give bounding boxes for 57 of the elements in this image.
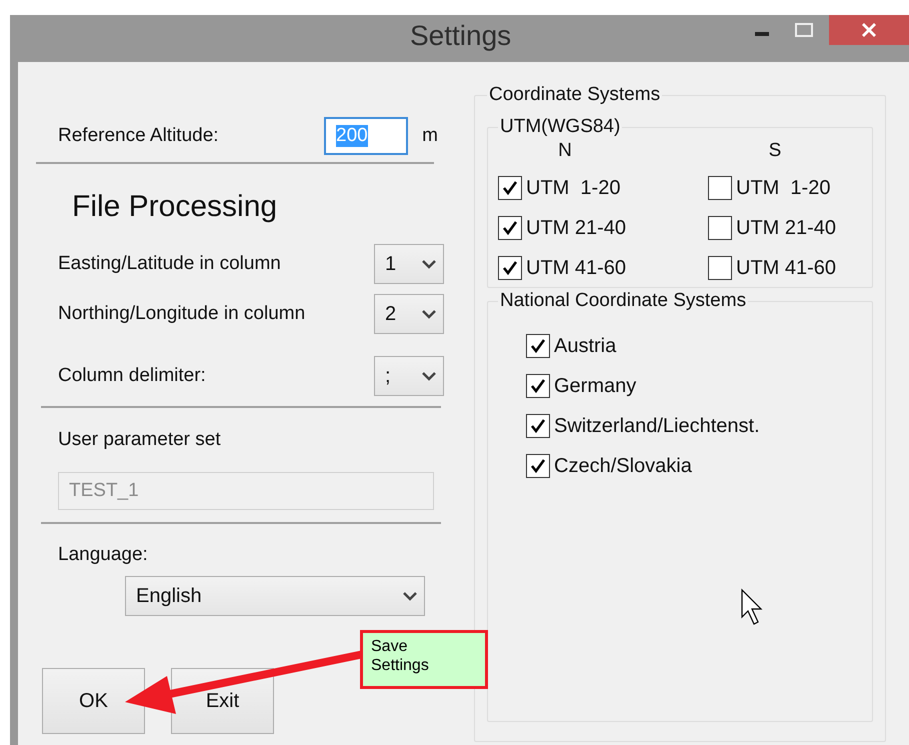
- checkbox[interactable]: [526, 414, 550, 438]
- cursor-icon: [741, 588, 762, 625]
- callout-note: Save Settings: [360, 630, 488, 689]
- group-title: National Coordinate Systems: [499, 290, 748, 312]
- input-value: 200: [336, 125, 368, 147]
- checkbox-label[interactable]: Germany: [554, 374, 636, 398]
- minimize-icon: [755, 32, 769, 36]
- field-label: User parameter set: [58, 429, 221, 451]
- language-dropdown[interactable]: English: [125, 576, 425, 616]
- field-label: Northing/Longitude in column: [58, 303, 306, 325]
- close-icon: [861, 22, 877, 38]
- column-heading: S: [768, 139, 782, 163]
- field-label: Easting/Latitude in column: [58, 253, 281, 275]
- chevron-icon: [421, 258, 437, 270]
- checkbox[interactable]: [526, 334, 550, 358]
- checkbox[interactable]: [708, 176, 732, 200]
- checkbox[interactable]: [708, 216, 732, 240]
- chevron-icon: [421, 308, 437, 320]
- column-dropdown[interactable]: 2: [374, 294, 444, 334]
- unit-label: m: [421, 125, 439, 147]
- checkbox[interactable]: [708, 256, 732, 280]
- check-icon: [530, 338, 546, 354]
- column-dropdown[interactable]: 1: [374, 244, 444, 284]
- checkbox[interactable]: [498, 256, 522, 280]
- checkbox-label[interactable]: Austria: [554, 334, 616, 358]
- checkbox[interactable]: [498, 216, 522, 240]
- checkbox-label[interactable]: UTM 1-20: [736, 176, 830, 200]
- maximize-icon: [795, 23, 813, 37]
- close-button[interactable]: [829, 15, 909, 45]
- check-icon: [502, 180, 518, 196]
- window-title: Settings: [410, 20, 512, 52]
- checkbox-label[interactable]: UTM 21-40: [736, 216, 836, 240]
- checkbox-label[interactable]: Czech/Slovakia: [554, 454, 692, 478]
- group-title: UTM(WGS84): [499, 116, 622, 138]
- section-heading: File Processing: [71, 190, 278, 225]
- check-icon: [530, 458, 546, 474]
- check-icon: [502, 220, 518, 236]
- group-title: Coordinate Systems: [488, 84, 662, 106]
- check-icon: [502, 260, 518, 276]
- chevron-icon: [421, 370, 437, 382]
- column-dropdown[interactable]: ;: [374, 356, 444, 396]
- checkbox[interactable]: [498, 176, 522, 200]
- field-label: Reference Altitude:: [58, 125, 219, 147]
- checkbox[interactable]: [526, 454, 550, 478]
- check-icon: [530, 418, 546, 434]
- checkbox[interactable]: [526, 374, 550, 398]
- check-icon: [530, 378, 546, 394]
- checkbox-label[interactable]: Switzerland/Liechtenst.: [554, 414, 760, 438]
- chevron-icon: [402, 590, 418, 602]
- ok-button[interactable]: OK: [42, 668, 145, 734]
- field-label: Column delimiter:: [58, 365, 206, 387]
- checkbox-label[interactable]: UTM 1-20: [526, 176, 620, 200]
- checkbox-label[interactable]: UTM 21-40: [526, 216, 626, 240]
- field-label: Language:: [58, 544, 148, 566]
- checkbox-label[interactable]: UTM 41-60: [736, 256, 836, 280]
- column-heading: N: [558, 139, 572, 163]
- checkbox-label[interactable]: UTM 41-60: [526, 256, 626, 280]
